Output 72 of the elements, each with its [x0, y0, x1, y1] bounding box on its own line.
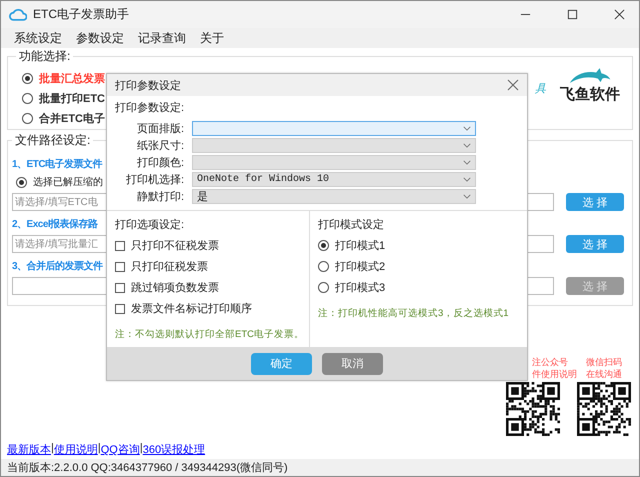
cloud-icon: [9, 7, 27, 22]
checkbox-label: 发票文件名标记打印顺序: [131, 302, 252, 316]
option-label: 打印模式3: [335, 281, 386, 295]
link[interactable]: QQ咨询: [100, 442, 140, 457]
note-text: 注：不勾选则默认打印全部ETC电子发票。: [115, 328, 301, 341]
group-title: 打印模式设定: [318, 218, 385, 232]
qr-code-icon: [506, 382, 560, 436]
tagline: 具: [535, 82, 546, 96]
link-separator: |: [98, 442, 101, 456]
radio-button[interactable]: [16, 176, 27, 188]
chevron-icon: [463, 143, 471, 148]
menu-item[interactable]: 系统设定: [7, 30, 69, 46]
field-label: 静默打印:: [136, 190, 184, 204]
radio-button[interactable]: [318, 240, 329, 251]
checkbox[interactable]: [115, 304, 125, 314]
link[interactable]: 最新版本: [7, 442, 51, 457]
close-icon[interactable]: [507, 79, 519, 91]
section-heading: 2、Excel报表保存路: [12, 218, 98, 231]
chevron-icon: [463, 126, 471, 131]
radio-button[interactable]: [318, 282, 329, 293]
dolphin-icon: [568, 67, 612, 85]
field-label: 页面排版:: [136, 122, 184, 136]
close-icon[interactable]: [614, 9, 625, 20]
qr-caption: 件使用说明: [532, 368, 577, 380]
section-heading: 1、ETC电子发票文件: [12, 158, 102, 171]
radio-button[interactable]: [318, 261, 329, 272]
qr-caption: 注公众号: [532, 356, 568, 368]
option-label: 打印模式1: [335, 239, 386, 253]
field-label: 纸张尺寸:: [136, 139, 184, 153]
group-title: 打印选项设定:: [115, 218, 186, 232]
checkbox-label: 只打印征税发票: [131, 260, 208, 274]
chevron-icon: [463, 160, 471, 165]
checkbox[interactable]: [115, 262, 125, 272]
menu-item[interactable]: 关于: [193, 30, 231, 46]
chevron-icon: [463, 177, 471, 182]
qr-caption: 微信扫码: [586, 356, 622, 368]
group-title: 功能选择:: [18, 48, 72, 65]
qr-code-icon: [577, 382, 631, 436]
maximize-icon[interactable]: [567, 9, 578, 20]
option-label: 合并ETC电子: [39, 112, 105, 126]
group-title: 文件路径设定:: [14, 132, 92, 149]
radio-button[interactable]: [22, 73, 33, 84]
menu-item[interactable]: 参数设定: [69, 30, 131, 46]
section-heading: 3、合并后的发票文件: [12, 259, 103, 273]
qr-caption: 在线沟通: [586, 368, 622, 380]
dropdown[interactable]: OneNote for Windows 10: [192, 172, 476, 187]
option-label: 批量汇总发票: [39, 72, 105, 86]
radio-button[interactable]: [22, 113, 33, 124]
menu-item[interactable]: 记录查询: [131, 30, 193, 46]
link-separator: |: [140, 442, 143, 456]
checkbox-label: 跳过销项负数发票: [131, 281, 219, 295]
logo-text: 飞鱼软件: [560, 85, 620, 104]
link-separator: |: [51, 442, 54, 456]
option-label: 选择已解压缩的: [33, 176, 103, 189]
window-title: ETC电子发票助手: [33, 6, 129, 23]
field-label: 打印机选择:: [124, 173, 184, 187]
field-label: 打印颜色:: [136, 156, 184, 170]
group-title: 打印参数设定:: [115, 100, 186, 115]
dialog-title: 打印参数设定: [115, 78, 181, 92]
dropdown[interactable]: 是: [192, 189, 476, 204]
note-text: 注：打印机性能高可选模式3，反之选模式1: [318, 307, 510, 320]
checkbox[interactable]: [115, 282, 125, 292]
option-label: 打印模式2: [335, 260, 386, 274]
cancel-button[interactable]: 取消: [322, 352, 383, 374]
status-text: 当前版本:2.2.0.0 QQ:3464377960 / 349344293(微信同号): [7, 461, 288, 475]
link[interactable]: 使用说明: [54, 442, 98, 457]
link[interactable]: 360误报处理: [142, 442, 206, 457]
option-label: 批量打印ETC: [39, 92, 105, 106]
radio-button[interactable]: [22, 93, 33, 104]
checkbox[interactable]: [115, 240, 125, 250]
chevron-icon: [463, 194, 471, 199]
checkbox-label: 只打印不征税发票: [131, 239, 219, 253]
